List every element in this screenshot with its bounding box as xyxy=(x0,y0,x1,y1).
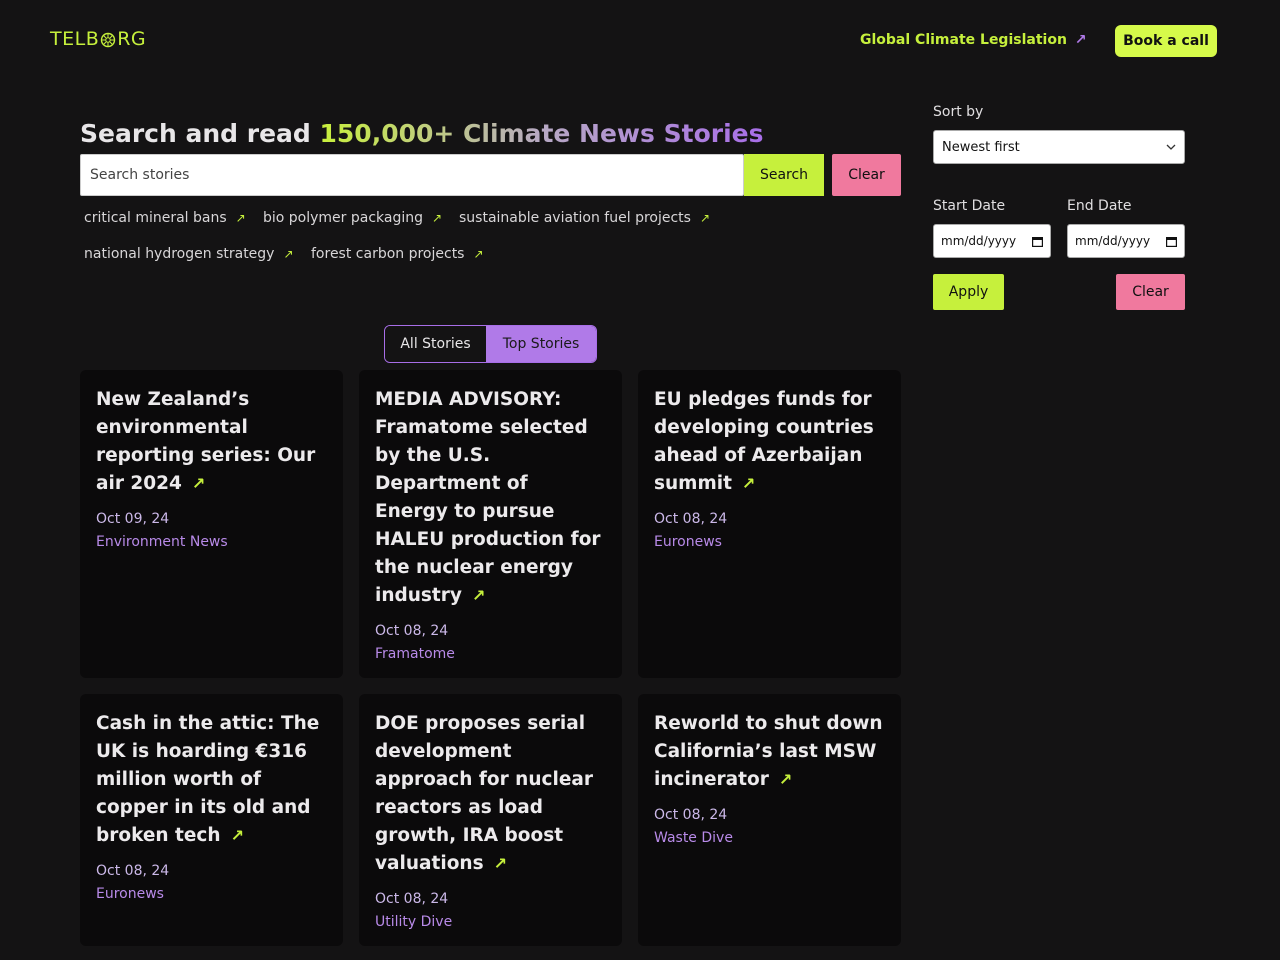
end-date-value: mm/dd/yyyy xyxy=(1075,234,1151,248)
global-climate-legislation-link[interactable]: Global Climate Legislation ↗ xyxy=(860,32,1087,48)
external-arrow-icon: ↗ xyxy=(230,826,244,845)
story-title-text: DOE proposes serial development approach… xyxy=(375,713,593,874)
clear-search-button[interactable]: Clear xyxy=(832,154,901,196)
story-title[interactable]: EU pledges funds for developing countrie… xyxy=(654,386,885,498)
logo-gear-icon xyxy=(101,32,116,48)
external-arrow-icon: ↗ xyxy=(778,770,793,789)
search-button[interactable]: Search xyxy=(744,154,824,196)
story-date: Oct 08, 24 xyxy=(375,891,449,907)
sort-select[interactable]: Newest first xyxy=(933,130,1185,164)
story-date: Oct 08, 24 xyxy=(375,623,449,639)
search-placeholder: Search stories xyxy=(90,167,190,183)
book-a-call-button[interactable]: Book a call xyxy=(1115,25,1217,57)
tag-link[interactable]: bio polymer packaging ↗ xyxy=(263,210,442,226)
story-source: Environment News xyxy=(96,534,228,550)
story-date: Oct 08, 24 xyxy=(654,807,728,823)
external-arrow-icon: ↗ xyxy=(493,854,508,873)
search-input[interactable]: Search stories xyxy=(80,154,744,196)
story-title[interactable]: DOE proposes serial development approach… xyxy=(375,710,606,878)
external-arrow-icon: ↗ xyxy=(473,247,484,261)
end-date-input[interactable]: mm/dd/yyyy xyxy=(1067,224,1185,258)
chevron-down-icon xyxy=(1166,144,1176,150)
story-source: Euronews xyxy=(96,886,164,902)
tag-label: forest carbon projects xyxy=(311,246,465,262)
apply-button[interactable]: Apply xyxy=(933,274,1004,310)
story-date: Oct 08, 24 xyxy=(96,863,170,879)
story-source: Framatome xyxy=(375,646,455,662)
start-date-input[interactable]: mm/dd/yyyy xyxy=(933,224,1051,258)
tag-link[interactable]: critical mineral bans ↗ xyxy=(84,210,246,226)
external-arrow-icon: ↗ xyxy=(432,211,443,225)
tag-label: sustainable aviation fuel projects xyxy=(459,210,691,226)
story-source: Utility Dive xyxy=(375,914,453,930)
story-card[interactable]: New Zealand’s environmental reporting se… xyxy=(80,370,343,678)
clear-filters-button[interactable]: Clear xyxy=(1116,274,1185,310)
story-title[interactable]: Cash in the attic: The UK is hoarding €3… xyxy=(96,710,327,850)
story-date: Oct 09, 24 xyxy=(96,511,170,527)
tag-link[interactable]: forest carbon projects ↗ xyxy=(311,246,484,262)
external-arrow-icon: ↗ xyxy=(235,211,246,225)
story-title-text: MEDIA ADVISORY: Framatome selected by th… xyxy=(375,389,601,606)
story-card[interactable]: DOE proposes serial development approach… xyxy=(359,694,622,946)
external-arrow-icon: ↗ xyxy=(741,474,756,493)
story-title[interactable]: New Zealand’s environmental reporting se… xyxy=(96,386,327,498)
story-card[interactable]: Reworld to shut down California’s last M… xyxy=(638,694,901,946)
story-card[interactable]: EU pledges funds for developing countrie… xyxy=(638,370,901,678)
external-arrow-icon: ↗ xyxy=(191,474,206,493)
stories-toggle: All Stories Top Stories xyxy=(384,325,597,363)
calendar-icon[interactable] xyxy=(1166,236,1177,247)
logo-text-right: RG xyxy=(117,28,147,50)
story-title-text: Cash in the attic: The UK is hoarding €3… xyxy=(96,713,320,846)
tag-link[interactable]: sustainable aviation fuel projects ↗ xyxy=(459,210,710,226)
external-arrow-icon: ↗ xyxy=(699,211,711,225)
start-date-label: Start Date xyxy=(933,198,1006,214)
page-title-prefix: Search and read xyxy=(80,119,320,148)
start-date-value: mm/dd/yyyy xyxy=(941,234,1017,248)
sort-select-value: Newest first xyxy=(942,139,1020,155)
story-title[interactable]: MEDIA ADVISORY: Framatome selected by th… xyxy=(375,386,606,610)
calendar-icon[interactable] xyxy=(1032,236,1043,247)
sort-by-label: Sort by xyxy=(933,104,984,120)
story-title-text: EU pledges funds for developing countrie… xyxy=(654,389,874,494)
logo-text-left: TELB xyxy=(50,28,100,50)
external-arrow-icon: ↗ xyxy=(1074,32,1087,48)
story-title-text: New Zealand’s environmental reporting se… xyxy=(96,389,316,494)
page-title-highlight: 150,000+ Climate News Stories xyxy=(319,119,764,148)
story-card[interactable]: MEDIA ADVISORY: Framatome selected by th… xyxy=(359,370,622,678)
tag-label: critical mineral bans xyxy=(84,210,227,226)
story-source: Euronews xyxy=(654,534,722,550)
page-title: Search and read 150,000+ Climate News St… xyxy=(80,119,763,148)
story-date: Oct 08, 24 xyxy=(654,511,728,527)
tab-top-stories[interactable]: Top Stories xyxy=(486,326,596,362)
story-card[interactable]: Cash in the attic: The UK is hoarding €3… xyxy=(80,694,343,946)
story-source: Waste Dive xyxy=(654,830,733,846)
tab-all-stories[interactable]: All Stories xyxy=(385,326,487,362)
story-title[interactable]: Reworld to shut down California’s last M… xyxy=(654,710,885,794)
end-date-label: End Date xyxy=(1067,198,1132,214)
external-arrow-icon: ↗ xyxy=(471,586,486,605)
logo[interactable]: TELB RG xyxy=(50,28,146,50)
tag-label: national hydrogen strategy xyxy=(84,246,275,262)
tag-label: bio polymer packaging xyxy=(263,210,424,226)
nav-link-label: Global Climate Legislation xyxy=(860,32,1067,48)
tag-link[interactable]: national hydrogen strategy ↗ xyxy=(84,246,294,262)
story-title-text: Reworld to shut down California’s last M… xyxy=(654,713,883,790)
external-arrow-icon: ↗ xyxy=(283,247,294,261)
